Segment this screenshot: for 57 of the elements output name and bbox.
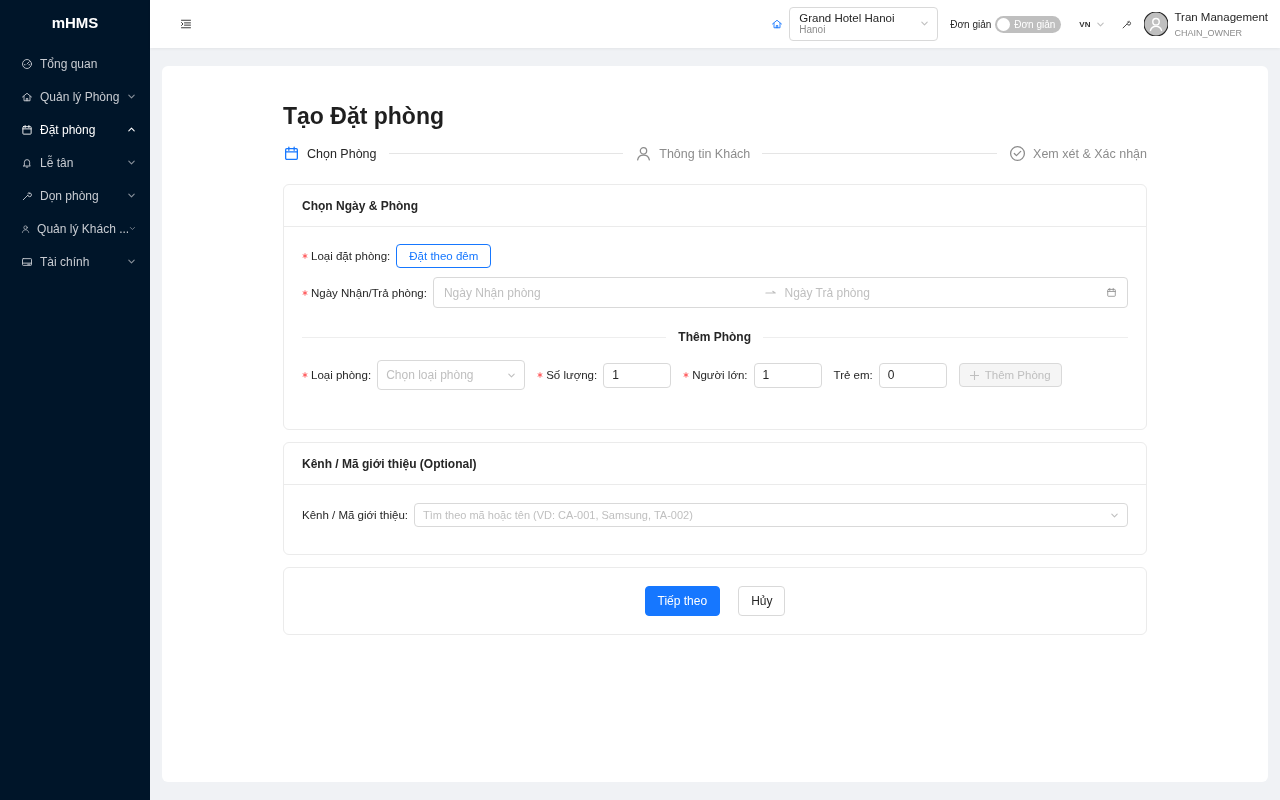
- step[interactable]: Thông tin Khách: [635, 145, 751, 162]
- chevron-icon: [127, 191, 136, 200]
- language-select[interactable]: VN: [1079, 19, 1106, 29]
- chevron-icon: [129, 224, 136, 233]
- chevron-icon: [127, 92, 136, 101]
- page-title: Tạo Đặt phòng: [283, 103, 445, 130]
- field-label: Loại phòng:: [311, 369, 372, 381]
- wrench-icon[interactable]: [1121, 18, 1133, 30]
- sidebar-item[interactable]: Dọn phòng: [0, 179, 150, 212]
- number-field[interactable]: 1: [603, 362, 672, 388]
- sidebar-item[interactable]: Quản lý Phòng: [0, 80, 150, 113]
- arrow-icon: [765, 288, 778, 297]
- step[interactable]: Xem xét & Xác nhận: [1009, 145, 1147, 162]
- field-label: Người lớn:: [692, 369, 748, 381]
- user-role: CHAIN_OWNER: [1174, 27, 1243, 38]
- chevron-icon: [920, 19, 930, 28]
- chevron-icon: [127, 257, 136, 266]
- number-field[interactable]: 1: [753, 362, 822, 388]
- card-title: Chọn Ngày & Phòng: [284, 185, 1146, 227]
- card-icon: [21, 255, 33, 268]
- hotel-select[interactable]: Grand Hotel Hanoi Hanoi: [789, 7, 939, 41]
- plus-icon: [969, 370, 979, 380]
- chevron-icon: [127, 158, 136, 167]
- next-button[interactable]: Tiếp theo: [644, 586, 721, 616]
- field-label: Loại đặt phòng:: [311, 250, 391, 262]
- user-name: Tran Management: [1174, 10, 1268, 23]
- booking-type-button[interactable]: Đặt theo đêm: [396, 244, 492, 268]
- calendar-icon: [1106, 287, 1117, 298]
- user-icon: [21, 222, 31, 235]
- field-label: Kênh / Mã giới thiệu:: [302, 509, 408, 521]
- field-label: Ngày Nhận/Trả phòng:: [311, 286, 427, 299]
- field-label: Trẻ em:: [833, 369, 873, 381]
- sidebar-item[interactable]: Đặt phòng: [0, 113, 150, 146]
- wrench-icon: [21, 189, 33, 202]
- number-field[interactable]: 0: [878, 362, 947, 388]
- field-label: Số lượng:: [546, 369, 598, 381]
- calendar-icon: [21, 123, 33, 136]
- app-logo: mHMS: [50, 13, 100, 33]
- section-heading: Thêm Phòng: [677, 330, 752, 344]
- sidebar-item[interactable]: Tổng quan: [0, 47, 150, 80]
- user-icon: [635, 145, 653, 162]
- home-icon: [771, 18, 784, 30]
- card-title: Kênh / Mã giới thiệu (Optional): [284, 443, 1146, 485]
- cancel-button[interactable]: Hủy: [738, 586, 786, 616]
- chevron-icon: [127, 125, 136, 134]
- menu-icon[interactable]: [180, 18, 192, 30]
- check-circle-icon: [1009, 145, 1027, 162]
- bell-icon: [21, 156, 33, 169]
- avatar-icon[interactable]: [1144, 12, 1169, 36]
- home-icon: [21, 90, 33, 103]
- step[interactable]: Chọn Phòng: [283, 145, 377, 162]
- sidebar-item[interactable]: Quản lý Khách ...: [0, 212, 150, 245]
- sidebar-item[interactable]: Lễ tân: [0, 146, 150, 179]
- gauge-icon: [21, 57, 33, 70]
- calendar-icon: [283, 145, 300, 162]
- sidebar-item[interactable]: Tài chính: [0, 245, 150, 278]
- mode-label: Đơn giản: [950, 18, 992, 30]
